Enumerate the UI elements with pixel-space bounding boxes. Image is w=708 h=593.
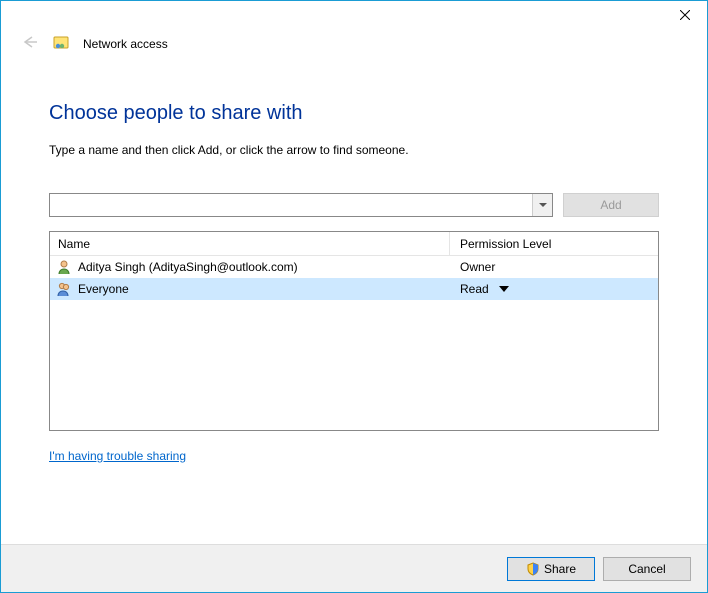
share-button-label: Share (544, 562, 576, 576)
add-user-row: Add (49, 193, 659, 217)
permission-dropdown-icon (499, 286, 509, 292)
header-row: Network access (1, 31, 707, 64)
back-arrow-icon (21, 33, 39, 54)
column-header-permission[interactable]: Permission Level (450, 232, 658, 255)
content-area: Choose people to share with Type a name … (1, 64, 707, 544)
shield-icon (526, 562, 540, 576)
help-link[interactable]: I'm having trouble sharing (49, 449, 186, 463)
name-input[interactable] (50, 194, 532, 216)
close-icon (680, 10, 690, 20)
dialog-window: Network access Choose people to share wi… (0, 0, 708, 593)
cancel-button-label: Cancel (628, 562, 665, 576)
window-title: Network access (83, 37, 168, 51)
permissions-table: Name Permission Level Aditya Singh (Adit… (49, 231, 659, 431)
network-access-icon (53, 36, 69, 52)
table-row[interactable]: Aditya Singh (AdityaSingh@outlook.com) O… (50, 256, 658, 278)
titlebar (1, 1, 707, 31)
combobox-dropdown-button[interactable] (532, 194, 552, 216)
row-permission-label: Owner (460, 260, 495, 274)
group-icon (56, 281, 72, 297)
row-name-label: Everyone (78, 282, 129, 296)
table-header: Name Permission Level (50, 232, 658, 256)
row-permission-label: Read (460, 282, 489, 296)
chevron-down-icon (539, 203, 547, 207)
share-button[interactable]: Share (507, 557, 595, 581)
row-permission-cell: Owner (450, 260, 658, 274)
row-name-cell: Everyone (50, 281, 450, 297)
row-name-label: Aditya Singh (AdityaSingh@outlook.com) (78, 260, 298, 274)
row-name-cell: Aditya Singh (AdityaSingh@outlook.com) (50, 259, 450, 275)
user-icon (56, 259, 72, 275)
cancel-button[interactable]: Cancel (603, 557, 691, 581)
close-button[interactable] (662, 1, 707, 29)
row-permission-cell[interactable]: Read (450, 282, 658, 296)
add-button: Add (563, 193, 659, 217)
name-combobox[interactable] (49, 193, 553, 217)
page-heading: Choose people to share with (49, 102, 659, 125)
table-row[interactable]: Everyone Read (50, 278, 658, 300)
column-header-name[interactable]: Name (50, 232, 450, 255)
instruction-text: Type a name and then click Add, or click… (49, 143, 659, 157)
dialog-footer: Share Cancel (1, 544, 707, 592)
